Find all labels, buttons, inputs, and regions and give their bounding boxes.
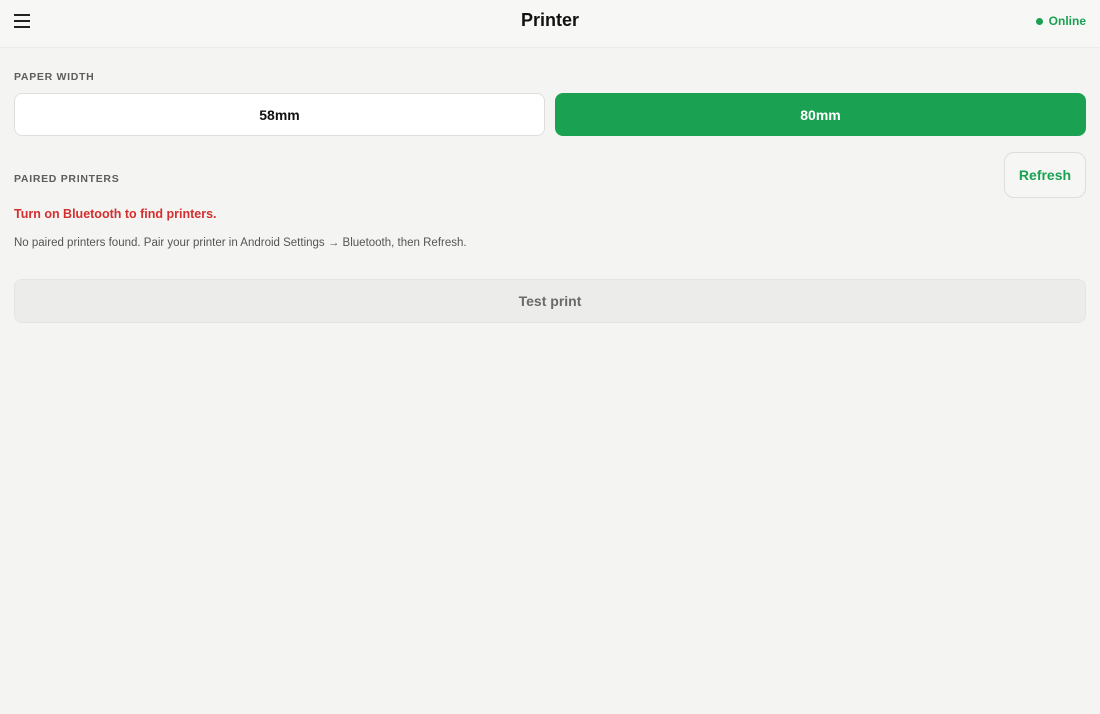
page-title: Printer — [520, 10, 580, 30]
bottom-strip — [0, 704, 1100, 714]
bluetooth-error-message: Turn on Bluetooth to find printers. — [14, 207, 217, 221]
printer-screen: Printer Online PAPER WIDTH 58mm 80mm PAI… — [0, 0, 1100, 714]
paper-width-58mm-button[interactable]: 58mm — [14, 93, 545, 136]
refresh-button[interactable]: Refresh — [1004, 152, 1086, 198]
paper-width-label: PAPER WIDTH — [14, 71, 95, 83]
connection-status: Online — [1035, 14, 1086, 28]
status-label: Online — [1048, 14, 1086, 28]
test-print-button[interactable]: Test print — [14, 279, 1086, 323]
paired-printers-label: PAIRED PRINTERS — [14, 173, 120, 185]
no-printers-info: No paired printers found. Pair your prin… — [14, 237, 467, 249]
app-header: Printer Online — [0, 0, 1100, 48]
status-dot-icon — [1035, 17, 1043, 25]
paper-width-80mm-button[interactable]: 80mm — [555, 93, 1086, 136]
